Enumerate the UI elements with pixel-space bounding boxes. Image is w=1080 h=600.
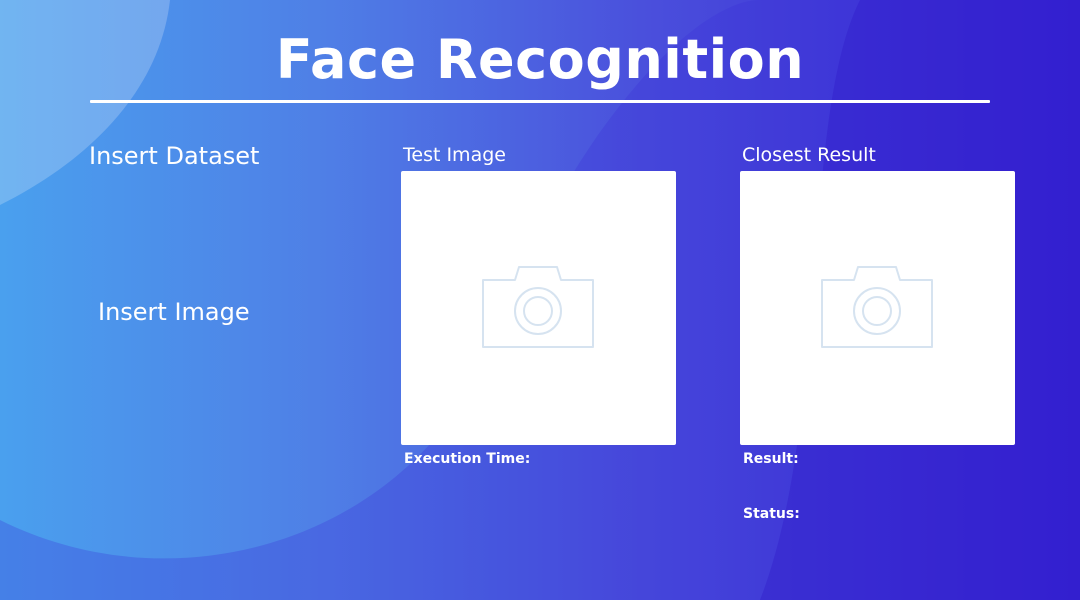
camera-icon	[821, 266, 933, 348]
insert-image-button[interactable]: Insert Image	[98, 298, 250, 326]
execution-time-label: Execution Time:	[404, 451, 531, 467]
test-image-panel[interactable]	[401, 171, 676, 445]
page-title: Face Recognition	[275, 28, 805, 91]
closest-result-panel	[740, 171, 1015, 445]
status-label: Status:	[743, 506, 800, 522]
camera-icon	[482, 266, 594, 348]
title-divider	[90, 100, 990, 103]
result-label: Result:	[743, 451, 799, 467]
test-image-label: Test Image	[403, 144, 506, 166]
insert-dataset-button[interactable]: Insert Dataset	[89, 142, 259, 170]
closest-result-label: Closest Result	[742, 144, 876, 166]
